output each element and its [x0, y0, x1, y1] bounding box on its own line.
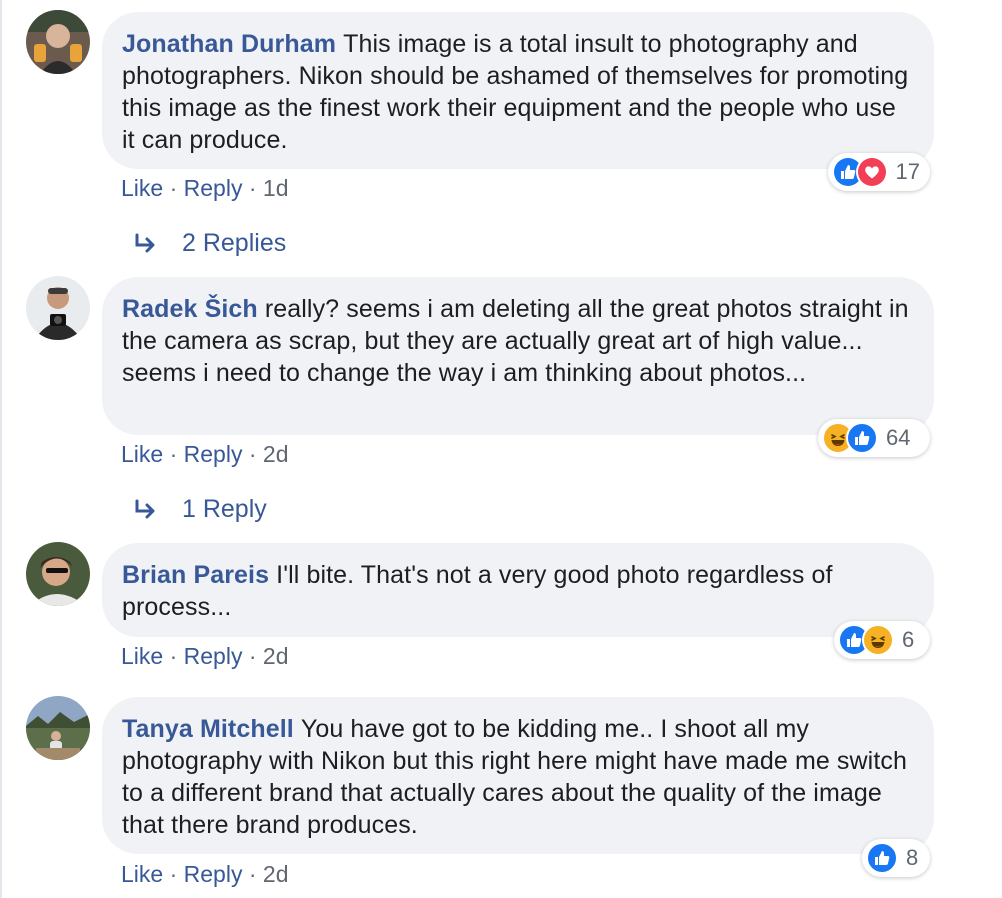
separator: ·	[248, 643, 263, 669]
separator: ·	[248, 175, 263, 201]
comment-actions: Like · Reply · 2d	[121, 859, 289, 889]
reply-button[interactable]: Reply	[184, 643, 243, 669]
separator: ·	[169, 861, 184, 887]
like-button[interactable]: Like	[121, 175, 163, 201]
separator: ·	[169, 175, 184, 201]
comment-author[interactable]: Radek Šich	[122, 295, 265, 323]
replies-count-label: 1 Reply	[182, 495, 267, 523]
reaction-summary[interactable]: 64	[818, 419, 930, 457]
comment-timestamp[interactable]: 2d	[263, 441, 289, 467]
comment-actions: Like · Reply · 1d	[121, 173, 289, 203]
love-icon	[855, 156, 888, 188]
reaction-count: 6	[902, 627, 915, 652]
reaction-summary[interactable]: 6	[834, 621, 930, 659]
reaction-count: 64	[886, 425, 911, 450]
avatar[interactable]	[26, 10, 90, 74]
like-icon	[846, 422, 878, 454]
replies-count-label: 2 Replies	[182, 229, 287, 257]
comment-actions: Like · Reply · 2d	[121, 439, 289, 469]
reaction-summary[interactable]: 8	[862, 839, 930, 877]
reaction-summary[interactable]: 17	[828, 153, 930, 191]
reply-button[interactable]: Reply	[184, 175, 243, 201]
like-button[interactable]: Like	[121, 861, 163, 887]
reaction-count: 8	[906, 845, 919, 870]
reply-button[interactable]: Reply	[184, 861, 243, 887]
separator: ·	[248, 441, 263, 467]
comment-timestamp[interactable]: 2d	[263, 861, 289, 887]
avatar[interactable]	[26, 696, 90, 760]
avatar[interactable]	[26, 276, 90, 340]
view-replies-link[interactable]: 1 Reply	[134, 495, 267, 524]
comment-bubble: Radek Šich really? seems i am deleting a…	[102, 277, 934, 435]
like-button[interactable]: Like	[121, 643, 163, 669]
separator: ·	[169, 643, 184, 669]
reply-button[interactable]: Reply	[184, 441, 243, 467]
comment-author[interactable]: Jonathan Durham	[122, 30, 343, 58]
reply-arrow-icon	[135, 233, 155, 252]
like-icon	[866, 842, 898, 874]
haha-icon	[862, 624, 894, 656]
comment-bubble: Jonathan Durham This image is a total in…	[102, 12, 934, 169]
comment-timestamp[interactable]: 1d	[263, 175, 289, 201]
comment-author[interactable]: Brian Pareis	[122, 561, 276, 589]
like-button[interactable]: Like	[121, 441, 163, 467]
avatar[interactable]	[26, 542, 90, 606]
comment-bubble: Tanya Mitchell You have got to be kiddin…	[102, 697, 934, 854]
comment-actions: Like · Reply · 2d	[121, 641, 289, 671]
comment-timestamp[interactable]: 2d	[263, 643, 289, 669]
comment-bubble: Brian Pareis I'll bite. That's not a ver…	[102, 543, 934, 637]
reply-arrow-icon	[135, 499, 155, 518]
reaction-count: 17	[895, 159, 920, 184]
separator: ·	[248, 861, 263, 887]
comment-author[interactable]: Tanya Mitchell	[122, 715, 301, 743]
view-replies-link[interactable]: 2 Replies	[134, 229, 286, 258]
thread-guide-line	[0, 0, 2, 898]
separator: ·	[169, 441, 184, 467]
